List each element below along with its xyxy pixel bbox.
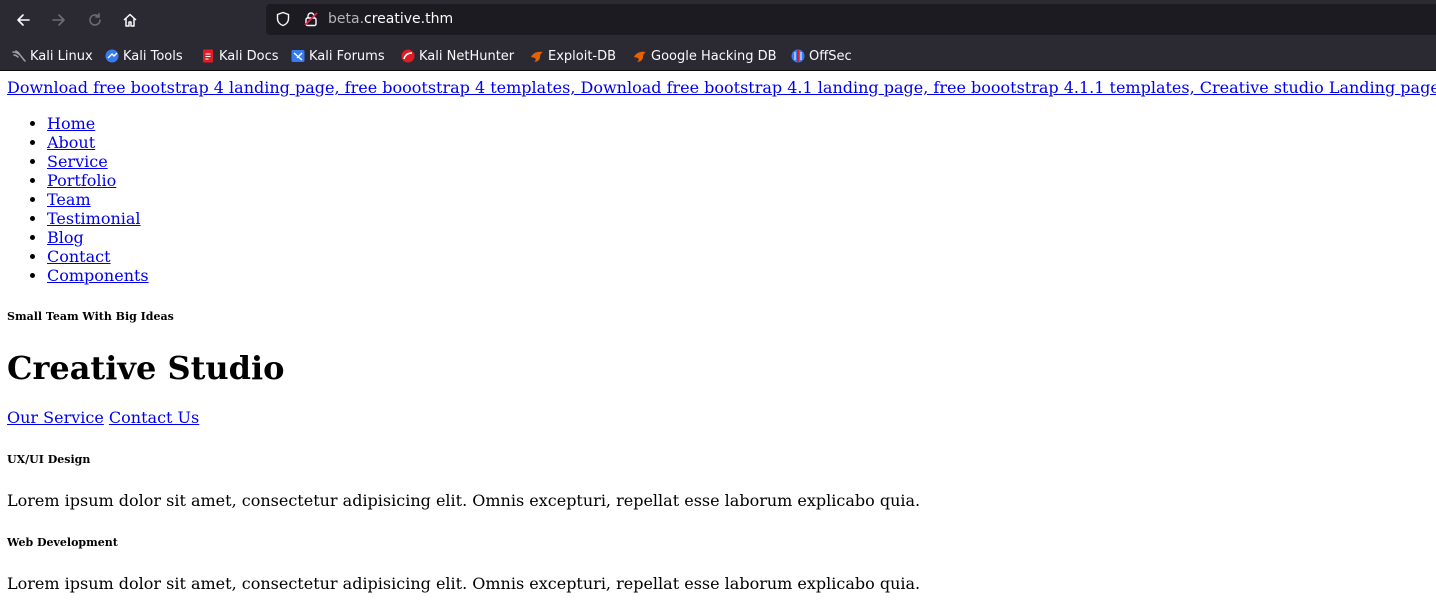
arrow-right-icon: [52, 14, 65, 26]
menu-link[interactable]: Portfolio: [47, 171, 116, 190]
bookmarks-toolbar: Kali Linux Kali Tools Kali Docs Kali For…: [0, 40, 1436, 71]
menu-item-components: Components: [47, 266, 149, 285]
hero-eyebrow: Small Team With Big Ideas: [7, 310, 174, 323]
ghdb-icon: [634, 51, 646, 62]
url-text[interactable]: beta.creative.thm: [328, 10, 453, 28]
contact-us-link[interactable]: Contact Us: [109, 408, 199, 427]
bookmark-label: Kali Forums: [309, 48, 385, 64]
menu-link[interactable]: Blog: [47, 228, 84, 247]
reload-icon: [89, 13, 101, 26]
hero-actions: Our Service Contact Us: [7, 408, 199, 428]
menu-item-team: Team: [47, 190, 149, 209]
browser-toolbar: beta.creative.thm: [0, 0, 1436, 40]
url-subdomain: beta.: [328, 11, 365, 27]
bookmark-kali-nethunter[interactable]: Kali NetHunter: [401, 47, 514, 65]
bookmark-label: OffSec: [809, 48, 852, 64]
feature-text: Lorem ipsum dolor sit amet, consectetur …: [7, 574, 921, 593]
bookmark-label: Kali Tools: [123, 48, 183, 64]
menu-item-service: Service: [47, 152, 149, 171]
menu-item-blog: Blog: [47, 228, 149, 247]
main-menu: Home About Service Portfolio Team Testim…: [7, 114, 149, 285]
menu-link[interactable]: Contact: [47, 247, 111, 266]
feature-title: Web Development: [7, 536, 118, 549]
menu-link[interactable]: Team: [47, 190, 91, 209]
kali-dragon-icon: [12, 50, 26, 62]
kali-nethunter-icon: [401, 49, 415, 63]
home-icon: [123, 13, 137, 27]
feature-text: Lorem ipsum dolor sit amet, consectetur …: [7, 491, 921, 510]
menu-link[interactable]: Service: [47, 152, 108, 171]
menu-item-home: Home: [47, 114, 149, 133]
menu-link[interactable]: Testimonial: [47, 209, 141, 228]
bookmark-label: Kali NetHunter: [419, 48, 515, 64]
menu-link[interactable]: Components: [47, 266, 149, 285]
brand-link[interactable]: Download free bootstrap 4 landing page, …: [7, 78, 1436, 98]
page-content: Download free bootstrap 4 landing page, …: [0, 71, 1436, 611]
bookmark-kali-linux[interactable]: Kali Linux: [12, 47, 93, 65]
bookmark-label: Exploit-DB: [548, 48, 617, 64]
arrow-left-icon: [17, 14, 30, 26]
bookmark-kali-forums[interactable]: Kali Forums: [291, 47, 385, 65]
bookmark-google-hacking-db[interactable]: Google Hacking DB: [633, 47, 777, 65]
menu-item-contact: Contact: [47, 247, 149, 266]
bookmark-offsec[interactable]: OffSec: [791, 47, 852, 65]
exploit-db-icon: [531, 51, 543, 62]
menu-item-portfolio: Portfolio: [47, 171, 149, 190]
hero-title: Creative Studio: [7, 349, 285, 387]
feature-title: UX/UI Design: [7, 453, 91, 466]
bookmark-label: Kali Linux: [30, 48, 93, 64]
kali-docs-icon: [203, 49, 213, 63]
offsec-icon: [791, 49, 805, 63]
reload-button[interactable]: [83, 8, 107, 32]
our-service-link[interactable]: Our Service: [7, 408, 104, 427]
bookmark-kali-docs[interactable]: Kali Docs: [201, 47, 279, 65]
menu-item-testimonial: Testimonial: [47, 209, 149, 228]
kali-forums-icon: [291, 50, 305, 62]
forward-button[interactable]: [47, 8, 71, 32]
back-button[interactable]: [11, 8, 35, 32]
address-bar[interactable]: beta.creative.thm: [266, 4, 1436, 35]
bookmark-label: Google Hacking DB: [651, 48, 777, 64]
bookmark-label: Kali Docs: [219, 48, 279, 64]
menu-item-about: About: [47, 133, 149, 152]
home-button[interactable]: [118, 8, 142, 32]
insecure-lock-icon[interactable]: [303, 11, 319, 27]
tracking-shield-icon[interactable]: [275, 11, 291, 27]
menu-link[interactable]: About: [47, 133, 95, 152]
bookmark-kali-tools[interactable]: Kali Tools: [105, 47, 183, 65]
url-domain: creative.thm: [364, 11, 454, 27]
kali-tools-icon: [105, 49, 119, 63]
bookmark-exploit-db[interactable]: Exploit-DB: [530, 47, 616, 65]
menu-link[interactable]: Home: [47, 114, 95, 133]
